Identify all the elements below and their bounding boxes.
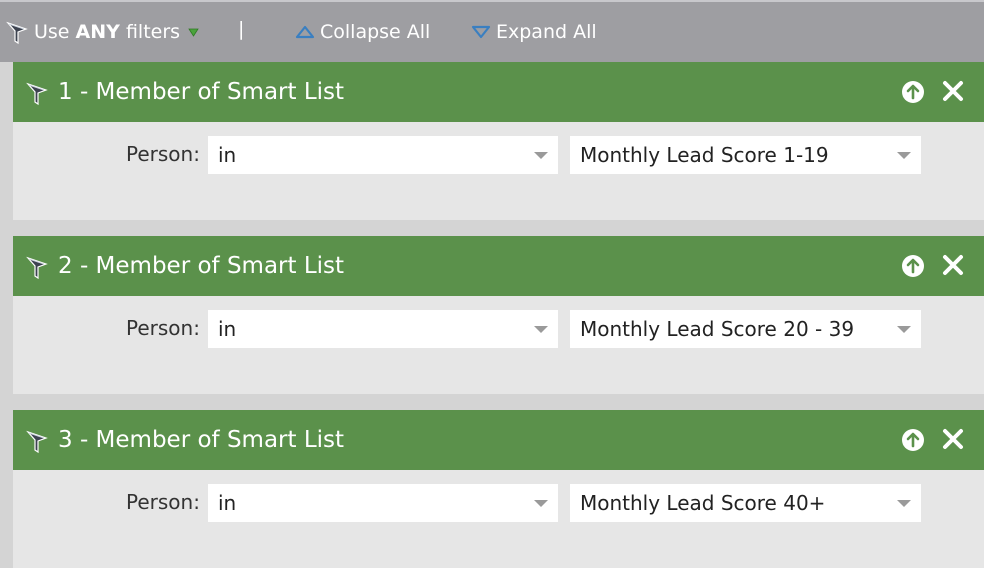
person-label: Person:	[126, 316, 200, 340]
chevron-down-icon	[534, 326, 548, 333]
chevron-down-icon	[897, 326, 911, 333]
operator-value: in	[218, 143, 237, 167]
funnel-icon	[6, 21, 28, 45]
smart-list-select[interactable]: Monthly Lead Score 40+	[570, 484, 921, 522]
filter-mode-prefix: Use	[34, 21, 70, 43]
filter-row: Person: in Monthly Lead Score 40+	[13, 484, 984, 522]
person-label: Person:	[126, 142, 200, 166]
filter-panel-header[interactable]: 3 - Member of Smart List	[13, 410, 984, 470]
filter-mode-selector[interactable]: Use ANY filters	[6, 18, 199, 46]
chevron-down-icon	[897, 152, 911, 159]
filter-panel: 3 - Member of Smart List Person: in Mont…	[13, 410, 984, 568]
arrow-up-circle-icon[interactable]	[901, 254, 925, 278]
caret-down-icon	[188, 28, 199, 37]
filter-panel-title: 3 - Member of Smart List	[58, 427, 345, 453]
filter-toolbar: Use ANY filters | Collapse All Expand Al…	[0, 0, 984, 62]
smart-list-select[interactable]: Monthly Lead Score 1-19	[570, 136, 921, 174]
arrow-up-circle-icon[interactable]	[901, 80, 925, 104]
filter-panel-header[interactable]: 2 - Member of Smart List	[13, 236, 984, 296]
operator-value: in	[218, 317, 237, 341]
filter-mode-value: ANY	[75, 21, 120, 43]
filter-mode-suffix: filters	[125, 21, 181, 43]
operator-value: in	[218, 491, 237, 515]
chevron-down-icon	[534, 152, 548, 159]
operator-select[interactable]: in	[208, 484, 558, 522]
smart-list-value: Monthly Lead Score 40+	[580, 491, 826, 515]
operator-select[interactable]: in	[208, 310, 558, 348]
operator-select[interactable]: in	[208, 136, 558, 174]
expand-all-label: Expand All	[496, 21, 597, 43]
filter-row: Person: in Monthly Lead Score 20 - 39	[13, 310, 984, 348]
funnel-icon	[26, 82, 48, 106]
close-icon[interactable]	[942, 254, 964, 276]
filter-panel: 1 - Member of Smart List Person: in Mont…	[13, 62, 984, 220]
funnel-icon	[26, 256, 48, 280]
arrow-up-circle-icon[interactable]	[901, 428, 925, 452]
close-icon[interactable]	[942, 428, 964, 450]
triangle-up-icon	[295, 25, 315, 39]
smart-list-value: Monthly Lead Score 1-19	[580, 143, 829, 167]
smart-list-value: Monthly Lead Score 20 - 39	[580, 317, 855, 341]
person-label: Person:	[126, 490, 200, 514]
collapse-all-button[interactable]: Collapse All	[295, 18, 430, 46]
filter-panel: 2 - Member of Smart List Person: in Mont…	[13, 236, 984, 394]
smart-list-select[interactable]: Monthly Lead Score 20 - 39	[570, 310, 921, 348]
collapse-all-label: Collapse All	[320, 21, 431, 43]
chevron-down-icon	[534, 500, 548, 507]
toolbar-separator: |	[238, 18, 245, 40]
filter-panel-title: 2 - Member of Smart List	[58, 253, 345, 279]
funnel-icon	[26, 430, 48, 454]
triangle-down-icon	[471, 25, 491, 39]
chevron-down-icon	[897, 500, 911, 507]
filter-panel-title: 1 - Member of Smart List	[58, 79, 345, 105]
filter-row: Person: in Monthly Lead Score 1-19	[13, 136, 984, 174]
filter-panel-header[interactable]: 1 - Member of Smart List	[13, 62, 984, 122]
close-icon[interactable]	[942, 80, 964, 102]
expand-all-button[interactable]: Expand All	[471, 18, 597, 46]
